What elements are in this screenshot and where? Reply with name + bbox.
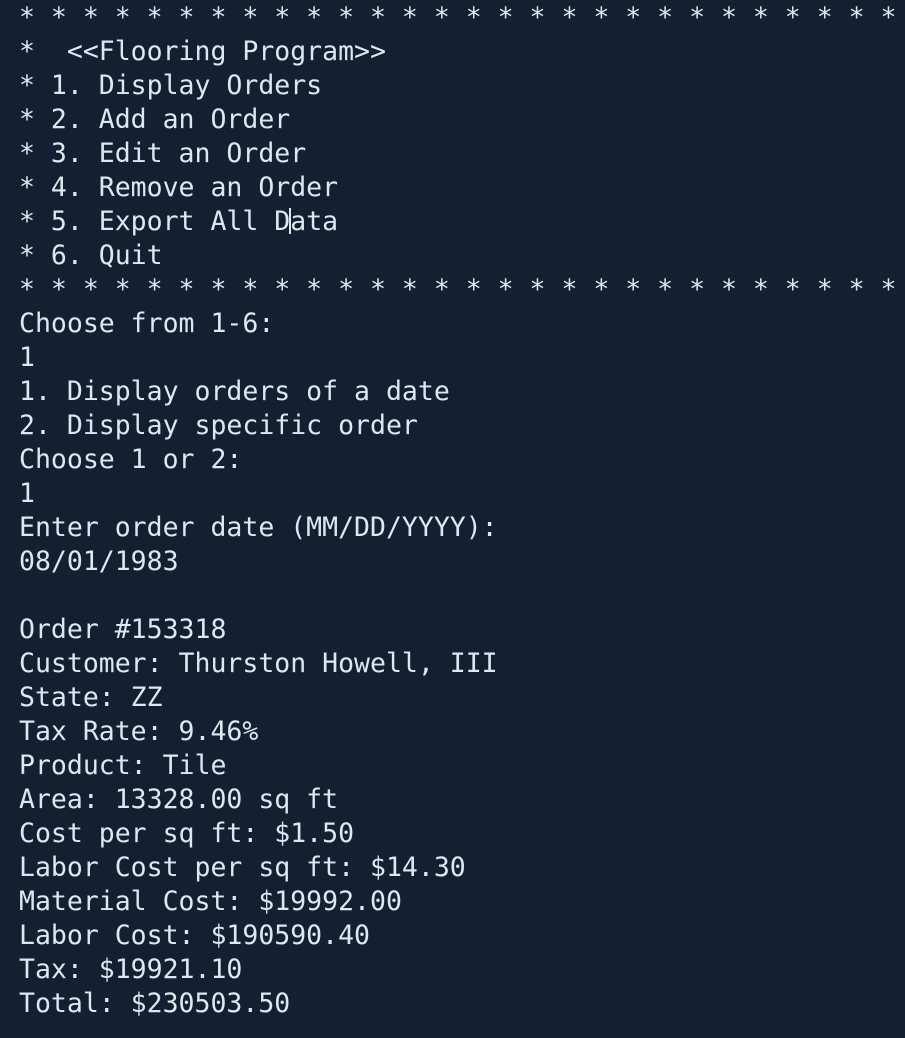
order-customer: Customer: Thurston Howell, III [19, 648, 498, 679]
menu-border-bottom: * * * * * * * * * * * * * * * * * * * * … [19, 274, 905, 305]
menu-option-edit-order: * 3. Edit an Order [19, 138, 307, 169]
order-state: State: ZZ [19, 682, 163, 713]
order-product: Product: Tile [19, 750, 227, 781]
order-tax-rate: Tax Rate: 9.46% [19, 716, 259, 747]
order-total: Total: $230503.50 [19, 988, 291, 1019]
prompt-choose-main: Choose from 1-6: [19, 308, 275, 339]
order-labor-cost: Labor Cost: $190590.40 [19, 920, 370, 951]
menu-option-export-data-part1: * 5. Export All D [19, 206, 291, 237]
input-sub-choice: 1 [19, 478, 35, 509]
prompt-enter-date: Enter order date (MM/DD/YYYY): [19, 512, 498, 543]
menu-option-add-order: * 2. Add an Order [19, 104, 291, 135]
input-main-choice: 1 [19, 342, 35, 373]
order-number: Order #153318 [19, 614, 227, 645]
menu-border-top: * * * * * * * * * * * * * * * * * * * * … [19, 2, 905, 33]
menu-option-quit: * 6. Quit [19, 240, 163, 271]
order-tax: Tax: $19921.10 [19, 954, 243, 985]
order-cost-per-sqft: Cost per sq ft: $1.50 [19, 818, 355, 849]
order-area: Area: 13328.00 sq ft [19, 784, 339, 815]
menu-option-export-data: * 5. Export All Data [19, 205, 905, 239]
order-material-cost: Material Cost: $19992.00 [19, 886, 402, 917]
menu-title: * <<Flooring Program>> [19, 36, 386, 67]
order-labor-cost-per-sqft: Labor Cost per sq ft: $14.30 [19, 852, 466, 883]
sub-option-display-date: 1. Display orders of a date [19, 376, 450, 407]
prompt-choose-sub: Choose 1 or 2: [19, 444, 243, 475]
sub-option-display-specific: 2. Display specific order [19, 410, 418, 441]
menu-option-export-data-part2: ata [290, 206, 339, 237]
menu-option-display-orders: * 1. Display Orders [19, 70, 323, 101]
menu-option-remove-order: * 4. Remove an Order [19, 172, 339, 203]
terminal-window[interactable]: * * * * * * * * * * * * * * * * * * * * … [0, 0, 905, 1038]
input-date: 08/01/1983 [19, 546, 179, 577]
